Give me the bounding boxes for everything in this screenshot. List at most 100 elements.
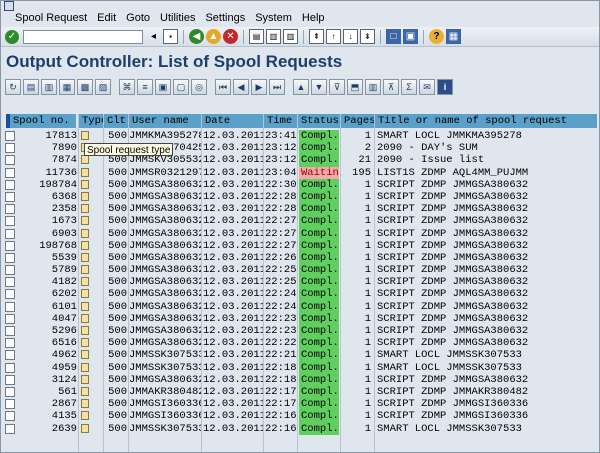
status-badge[interactable]: Compl. <box>299 203 339 216</box>
table-row[interactable]: 5296 500 JMMGSA380632 12.03.2011 22:23 Compl.… <box>1 325 599 338</box>
row-checkbox[interactable] <box>5 228 15 239</box>
status-badge[interactable]: Compl. <box>299 130 339 143</box>
row-checkbox[interactable] <box>5 191 15 202</box>
spool-type-cell[interactable] <box>81 325 91 337</box>
spool-number[interactable]: 4962 <box>19 349 77 361</box>
header-title[interactable]: Title or name of spool request <box>375 114 597 128</box>
spool-type-cell[interactable] <box>81 337 91 349</box>
spool-type-cell[interactable] <box>81 386 91 398</box>
table-row[interactable]: 5789 500 JMMGSA380632 12.03.2011 22:25 Compl.… <box>1 264 599 277</box>
change-layout-icon[interactable]: ▥ <box>365 79 381 95</box>
table-row[interactable]: 6202 500 JMMGSA380632 12.03.2011 22:24 Compl.… <box>1 288 599 301</box>
enter-check-icon[interactable]: ✓ <box>5 29 19 44</box>
help-icon[interactable]: ? <box>429 29 444 44</box>
sort-ascending-icon[interactable]: ▲ <box>293 79 309 95</box>
spool-number[interactable]: 5296 <box>19 325 77 337</box>
row-checkbox[interactable] <box>5 338 15 349</box>
deselect-all-icon[interactable]: ▢ <box>173 79 189 95</box>
spool-number[interactable]: 7890 <box>19 142 77 154</box>
row-checkbox[interactable] <box>5 301 15 312</box>
spool-type-cell[interactable] <box>81 301 91 313</box>
last-page-icon[interactable]: ⏭ <box>269 79 285 95</box>
spool-number[interactable]: 5539 <box>19 252 77 264</box>
display-in-maximum-width-icon[interactable]: ≡ <box>137 79 153 95</box>
spool-type-cell[interactable] <box>81 179 91 191</box>
spool-type-cell[interactable] <box>81 288 91 300</box>
row-checkbox[interactable] <box>5 167 15 178</box>
table-row[interactable]: 5539 500 JMMGSA380632 12.03.2011 22:26 Compl.… <box>1 251 599 265</box>
export-icon[interactable]: ⬒ <box>347 79 363 95</box>
print-with-changed-attributes-icon[interactable]: ▦ <box>59 79 75 95</box>
display-contents-icon[interactable]: ▤ <box>23 79 39 95</box>
status-badge[interactable]: Compl. <box>299 349 339 362</box>
table-row[interactable]: 2867 500 JMMGSI360336 12.03.2011 22:17 Compl.… <box>1 398 599 411</box>
table-row[interactable]: 4182 500 JMMGSA380632 12.03.2011 22:25 Compl.… <box>1 276 599 289</box>
spool-type-cell[interactable] <box>81 349 91 361</box>
row-checkbox[interactable] <box>5 411 15 422</box>
spool-type-cell[interactable] <box>81 215 91 227</box>
row-checkbox[interactable] <box>5 362 15 373</box>
row-checkbox[interactable] <box>5 374 15 385</box>
row-checkbox[interactable] <box>5 313 15 324</box>
output-requests-icon[interactable]: ⌘ <box>119 79 135 95</box>
command-field[interactable] <box>23 29 143 44</box>
table-row[interactable]: 4962 500 JMMSSK307533 12.03.2011 22:21 Compl.… <box>1 349 599 362</box>
row-checkbox[interactable] <box>5 143 15 154</box>
table-row[interactable]: 4959 500 JMMSSK307533 12.03.2011 22:18 Compl.… <box>1 361 599 374</box>
create-session-icon[interactable]: □ <box>386 29 401 44</box>
status-badge[interactable]: Compl. <box>299 215 339 228</box>
spool-type-cell[interactable] <box>81 410 91 422</box>
select-all-icon[interactable]: ▣ <box>155 79 171 95</box>
status-badge[interactable]: Compl. <box>299 312 339 325</box>
find-icon[interactable]: ▥ <box>266 29 281 44</box>
spool-number[interactable]: 2358 <box>19 203 77 215</box>
status-badge[interactable]: Compl. <box>299 325 339 338</box>
spool-type-cell[interactable] <box>81 228 91 240</box>
row-checkbox[interactable] <box>5 386 15 397</box>
menu-system[interactable]: System <box>255 12 292 24</box>
status-badge[interactable]: Compl. <box>299 300 339 313</box>
spool-type-cell[interactable] <box>81 313 91 325</box>
status-badge[interactable]: Compl. <box>299 410 339 423</box>
status-badge[interactable]: Compl. <box>299 178 339 191</box>
spool-number[interactable]: 4047 <box>19 313 77 325</box>
row-checkbox[interactable] <box>5 399 15 410</box>
last-page-icon[interactable]: ⇟ <box>360 29 375 44</box>
spool-type-cell[interactable] <box>81 362 91 374</box>
next-page-icon[interactable]: ▶ <box>251 79 267 95</box>
spool-number[interactable]: 1673 <box>19 215 77 227</box>
spool-number[interactable]: 5789 <box>19 264 77 276</box>
command-dropdown-icon[interactable]: ◂ <box>146 29 161 44</box>
row-checkbox[interactable] <box>5 350 15 361</box>
spool-number[interactable]: 4135 <box>19 410 77 422</box>
row-checkbox[interactable] <box>5 265 15 276</box>
spool-number[interactable]: 11736 <box>19 167 77 179</box>
header-time[interactable]: Time <box>264 114 297 128</box>
menu-settings[interactable]: Settings <box>205 12 245 24</box>
status-badge[interactable]: Compl. <box>299 251 339 265</box>
table-row[interactable]: 1673 500 JMMGSA380632 12.03.2011 22:27 Compl.… <box>1 215 599 228</box>
table-row[interactable]: 6101 500 JMMGSA380632 12.03.2011 22:24 Compl.… <box>1 300 599 313</box>
header-status[interactable]: Status <box>298 114 340 128</box>
row-checkbox[interactable] <box>5 240 15 251</box>
spool-type-cell[interactable] <box>81 167 91 179</box>
menu-utilities[interactable]: Utilities <box>160 12 195 24</box>
mail-recipient-icon[interactable]: ✉ <box>419 79 435 95</box>
spool-number[interactable]: 198768 <box>19 240 77 252</box>
menu-help[interactable]: Help <box>302 12 325 24</box>
spool-number[interactable]: 4959 <box>19 362 77 374</box>
row-checkbox[interactable] <box>5 289 15 300</box>
find-next-icon[interactable]: ▥ <box>283 29 298 44</box>
table-row[interactable]: 4135 500 JMMGSI360336 12.03.2011 22:16 Compl.… <box>1 410 599 423</box>
header-type[interactable]: Type <box>79 114 103 128</box>
status-badge[interactable]: Compl. <box>299 288 339 301</box>
spool-type-cell[interactable] <box>81 130 91 142</box>
table-row[interactable]: 2639 500 JMMSSK307533 12.03.2011 22:16 Compl.… <box>1 422 599 435</box>
spool-number[interactable]: 198784 <box>19 179 77 191</box>
spool-type-cell[interactable] <box>81 276 91 288</box>
refresh-icon[interactable]: ↻ <box>5 79 21 95</box>
table-row[interactable]: 6903 500 JMMGSA380632 12.03.2011 22:27 Compl.… <box>1 227 599 240</box>
table-row[interactable]: 17813 500 JMMKMA395278 12.03.2011 23:41 Compl… <box>1 130 599 143</box>
status-badge[interactable]: Compl. <box>299 154 339 167</box>
first-page-icon[interactable]: ⇞ <box>309 29 324 44</box>
